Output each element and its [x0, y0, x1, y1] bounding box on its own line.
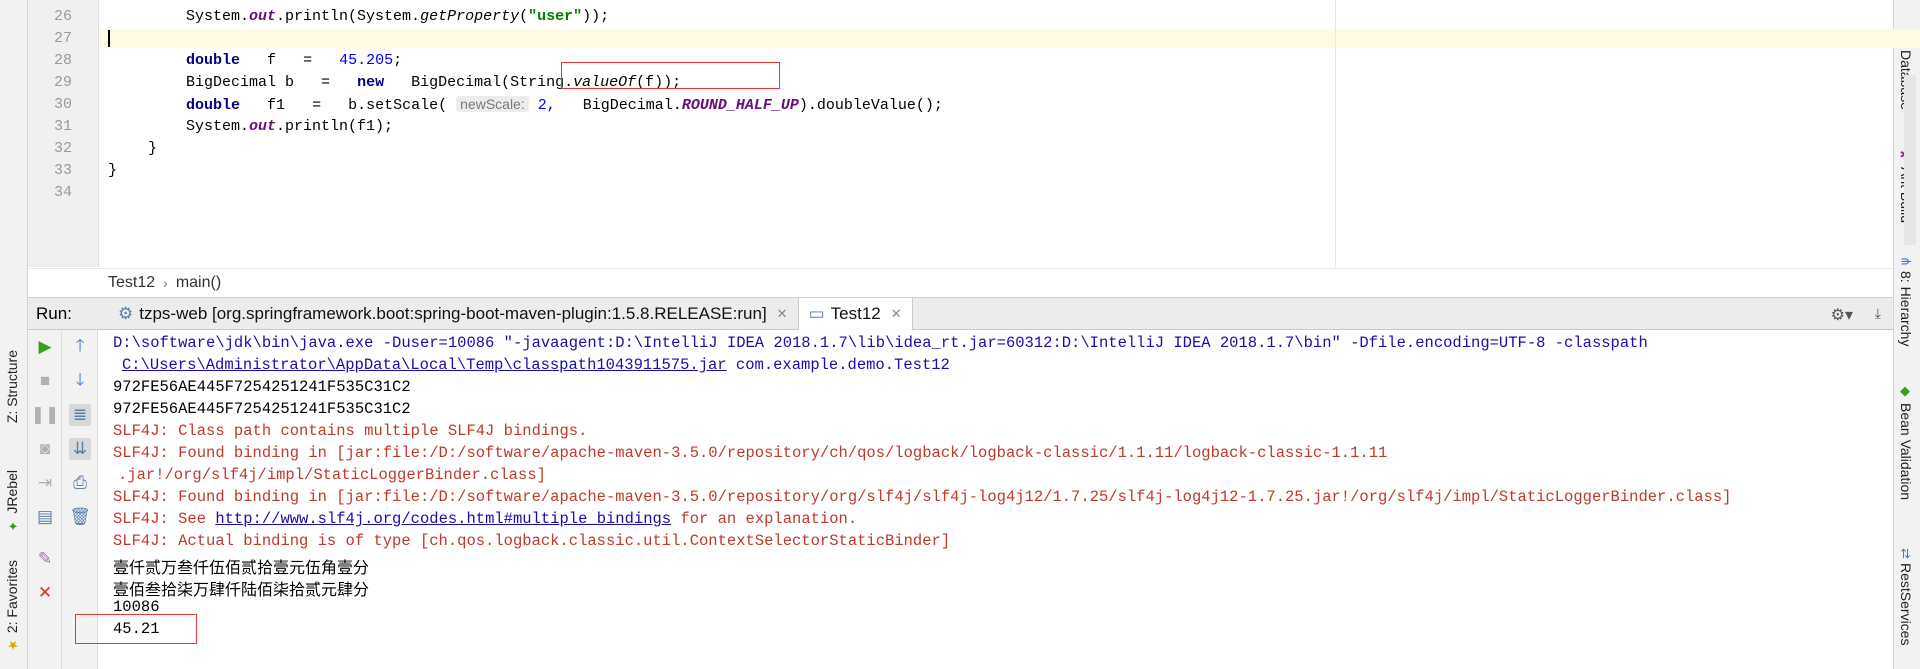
arrow-down-icon[interactable]: 🡓: [69, 370, 91, 392]
scroll-to-end-icon[interactable]: ⇊: [69, 438, 91, 460]
trash-icon[interactable]: 🗑: [69, 506, 91, 528]
console-line: 壹仟贰万叁仟伍佰贰拾壹元伍角壹分: [113, 560, 370, 577]
tool-window-structure[interactable]: Z: Structure: [4, 350, 20, 423]
run-tab-label: Test12: [830, 303, 881, 323]
highlight-box-valueof: [561, 62, 780, 89]
hierarchy-icon: ⋔: [1898, 256, 1914, 267]
console-line: SLF4J: Class path contains multiple SLF4…: [113, 422, 588, 440]
breadcrumb: Test12 › main(): [28, 268, 1893, 298]
code-line-30: double f1 = b.setScale( newScale: 2, Big…: [186, 96, 943, 114]
run-tab-tzps-web[interactable]: ⚙ tzps-web [org.springframework.boot:spr…: [108, 298, 798, 330]
console-line: C:\Users\Administrator\AppData\Local\Tem…: [122, 356, 950, 374]
jrebel-label: JRebel: [4, 470, 20, 514]
structure-label: Z: Structure: [4, 350, 20, 424]
gear-icon: ⚙: [118, 303, 134, 323]
run-tab-label: tzps-web [org.springframework.boot:sprin…: [139, 303, 767, 323]
window-icon: ▭: [808, 303, 825, 323]
tool-window-favorites[interactable]: ★ 2: Favorites: [4, 560, 20, 652]
line-number: 32: [53, 140, 72, 157]
close-icon[interactable]: ✕: [777, 306, 788, 322]
favorites-label: 2: Favorites: [4, 560, 20, 634]
hierarchy-label: 8: Hierarchy: [1898, 270, 1914, 347]
editor-scrollbar[interactable]: [1904, 75, 1916, 245]
tool-window-jrebel[interactable]: ✦ JRebel: [4, 470, 20, 533]
line-number: 29: [53, 74, 72, 91]
line-number: 31: [53, 118, 72, 135]
hide-panel-icon[interactable]: ⤓: [1875, 305, 1881, 322]
close-icon[interactable]: ✕: [34, 582, 56, 604]
code-editor[interactable]: 26 27 28 29 30 31 32 33 34 System.out.pr…: [28, 0, 1920, 267]
console-line: SLF4J: See http://www.slf4j.org/codes.ht…: [113, 510, 858, 528]
current-line-highlight: [100, 29, 1920, 48]
code-line-31: System.out.println(f1);: [186, 118, 394, 135]
console-line: SLF4J: Found binding in [jar:file:/D:/so…: [113, 444, 1388, 462]
run-tab-test12[interactable]: ▭ Test12 ✕: [797, 297, 913, 330]
console-line: .jar!/org/slf4j/impl/StaticLoggerBinder.…: [118, 466, 546, 484]
print-icon[interactable]: ⎙: [69, 472, 91, 494]
console-line: 壹佰叁拾柒万肆仟陆佰柒拾贰元肆分: [113, 582, 370, 599]
code-line-32: }: [148, 140, 158, 157]
left-tool-strip: Z: Structure ✦ JRebel ★ 2: Favorites: [0, 0, 28, 669]
pause-icon[interactable]: ❚❚: [31, 404, 60, 426]
console-line: 972FE56AE445F7254251241F535C31C2: [113, 400, 411, 418]
arrow-up-icon[interactable]: 🡑: [69, 336, 91, 358]
console-output[interactable]: D:\software\jdk\bin\java.exe -Duser=1008…: [98, 330, 1893, 669]
run-panel-header: Run: ⚙ tzps-web [org.springframework.boo…: [28, 297, 1893, 330]
bean-icon: ◆: [1898, 384, 1914, 399]
jrebel-icon: ✦: [4, 517, 20, 533]
rest-services-label: RestServices: [1898, 562, 1914, 646]
code-line-33: }: [108, 162, 118, 179]
tool-window-bean-validation[interactable]: ◆ Bean Validation: [1898, 384, 1914, 500]
exit-icon[interactable]: ⇥: [34, 472, 56, 494]
rest-icon: ⇄: [1898, 548, 1914, 559]
camera-icon[interactable]: ◙: [34, 438, 56, 460]
code-line-26: System.out.println(System.getProperty("u…: [186, 8, 610, 25]
breadcrumb-separator: ›: [163, 275, 168, 291]
line-number: 28: [53, 52, 72, 69]
console-line: 972FE56AE445F7254251241F535C31C2: [113, 378, 411, 396]
star-icon: ★: [4, 637, 20, 653]
pin-tab-icon[interactable]: ✎: [34, 548, 56, 570]
console-line: SLF4J: Actual binding is of type [ch.qos…: [113, 532, 951, 550]
breadcrumb-class[interactable]: Test12: [108, 274, 155, 292]
bean-validation-label: Bean Validation: [1898, 403, 1914, 501]
text-caret: [108, 30, 110, 47]
line-number: 30: [53, 96, 72, 113]
line-number: 34: [53, 184, 72, 201]
stop-icon[interactable]: ■: [34, 370, 56, 392]
line-number: 33: [53, 162, 72, 179]
run-label: Run:: [36, 303, 72, 323]
console-line: SLF4J: Found binding in [jar:file:/D:/so…: [113, 488, 1732, 506]
run-toolbar-primary: ▶ ■ ❚❚ ◙ ⇥ ▤ ✎ ✕: [28, 330, 62, 669]
settings-gear-icon[interactable]: ⚙▾: [1831, 305, 1853, 325]
close-icon[interactable]: ✕: [891, 306, 902, 322]
line-number: 27: [53, 30, 72, 47]
layout-icon[interactable]: ▤: [34, 506, 56, 528]
code-line-28: double f = 45.205;: [186, 52, 403, 69]
parameter-hint: newScale:: [456, 96, 529, 112]
tool-window-hierarchy[interactable]: ⋔ 8: Hierarchy: [1898, 256, 1914, 346]
slf4j-link[interactable]: http://www.slf4j.org/codes.html#multiple…: [215, 510, 671, 528]
right-margin-guide: [1335, 0, 1336, 267]
classpath-link[interactable]: C:\Users\Administrator\AppData\Local\Tem…: [122, 356, 727, 374]
console-line: D:\software\jdk\bin\java.exe -Duser=1008…: [113, 334, 1648, 352]
rerun-icon[interactable]: ▶: [34, 336, 56, 358]
highlight-box-result: [75, 614, 197, 644]
soft-wrap-icon[interactable]: ≣: [69, 404, 91, 426]
line-number: 26: [53, 8, 72, 25]
tool-window-rest-services[interactable]: ⇄ RestServices: [1898, 548, 1914, 645]
breadcrumb-method[interactable]: main(): [176, 274, 221, 292]
